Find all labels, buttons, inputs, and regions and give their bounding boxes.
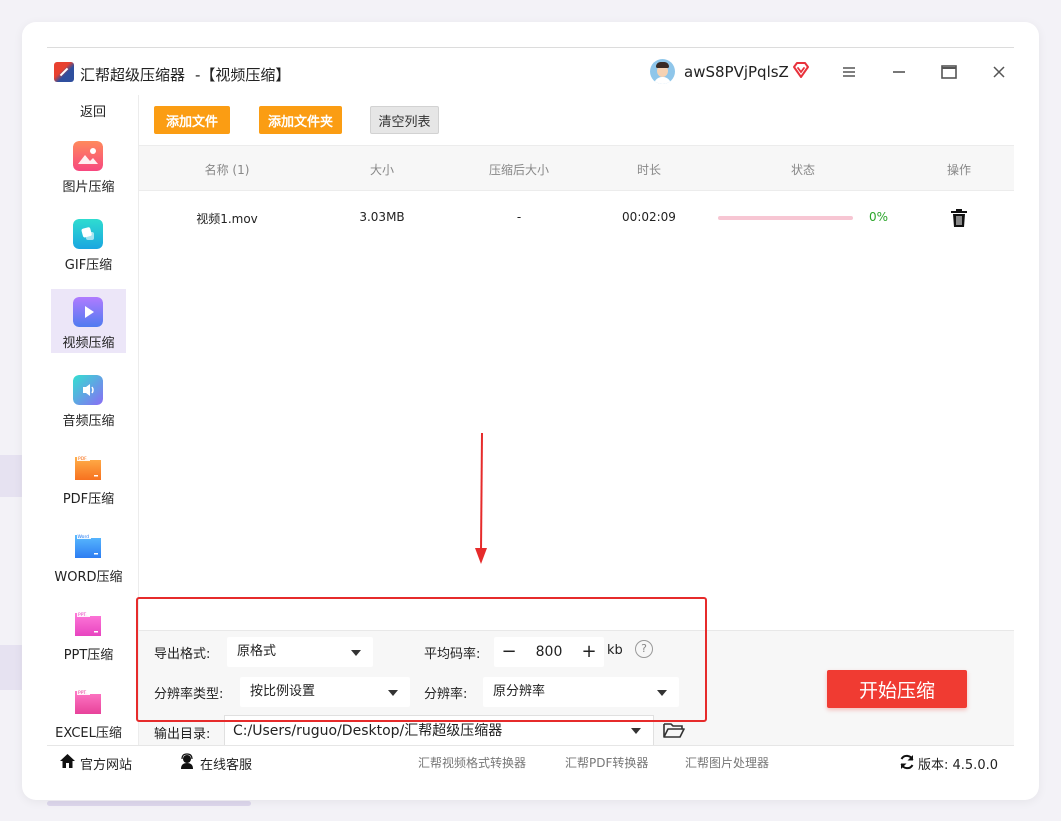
sidebar-item-label: PDF压缩 xyxy=(62,492,115,507)
progress-percent: 0% xyxy=(869,210,889,224)
tool-link-image-processor[interactable]: 汇帮图片处理器 xyxy=(685,754,769,771)
resolution-type-select[interactable]: 按比例设置 xyxy=(240,677,410,707)
image-icon xyxy=(73,141,103,171)
footer: 官方网站 在线客服 汇帮视频格式转换器 汇帮PDF转换器 汇帮图片处理器 版本:… xyxy=(47,745,1014,776)
svg-text:PDF: PDF xyxy=(78,456,87,462)
home-icon[interactable] xyxy=(59,753,76,769)
compressed-size: - xyxy=(516,210,522,224)
add-file-button[interactable]: 添加文件 xyxy=(154,106,230,134)
app-subtitle: -【视频压缩】 xyxy=(195,66,291,84)
format-select[interactable]: 原格式 xyxy=(227,637,373,667)
trash-icon[interactable] xyxy=(950,208,968,228)
start-compress-button[interactable]: 开始压缩 xyxy=(827,670,967,708)
avatar[interactable] xyxy=(650,59,675,84)
sidebar-item-label: GIF压缩 xyxy=(64,258,113,273)
resolution-type-value: 按比例设置 xyxy=(250,684,316,699)
menu-icon[interactable] xyxy=(837,60,861,84)
chevron-down-icon xyxy=(388,690,398,696)
resolution-label: 分辨率: xyxy=(424,687,468,702)
app-window: 汇帮超级压缩器 -【视频压缩】 awS8PVjPqlsZ 返回 图片压缩 GIF… xyxy=(47,47,1014,776)
app-name: 汇帮超级压缩器 xyxy=(80,66,186,84)
svg-text:Word: Word xyxy=(78,534,90,540)
output-path-field[interactable]: C:/Users/ruguo/Desktop/汇帮超级压缩器 xyxy=(224,715,654,747)
sidebar-item-label: PPT压缩 xyxy=(63,648,114,663)
word-icon: Word xyxy=(75,533,101,558)
sidebar-item-word[interactable]: Word WORD压缩 xyxy=(51,523,126,587)
app-title: 汇帮超级压缩器 -【视频压缩】 xyxy=(80,64,290,85)
minimize-icon[interactable] xyxy=(887,60,911,84)
sidebar-item-label: 图片压缩 xyxy=(62,180,115,195)
gif-icon xyxy=(73,219,103,249)
back-link[interactable]: 返回 xyxy=(47,101,139,120)
sidebar-item-label: EXCEL压缩 xyxy=(55,726,122,741)
title-bar: 汇帮超级压缩器 -【视频压缩】 awS8PVjPqlsZ xyxy=(47,48,1014,95)
output-dir-label: 输出目录: xyxy=(154,727,211,742)
bitrate-minus-button[interactable]: − xyxy=(494,637,524,667)
resolution-value: 原分辨率 xyxy=(493,684,546,699)
video-icon xyxy=(73,297,103,327)
ppt-icon: PPT xyxy=(75,611,101,636)
sidebar-item-image[interactable]: 图片压缩 xyxy=(51,133,126,197)
bitrate-label: 平均码率: xyxy=(424,647,481,662)
column-header-compressed-size[interactable]: 压缩后大小 xyxy=(469,161,569,178)
chevron-down-icon xyxy=(351,650,361,656)
add-folder-button[interactable]: 添加文件夹 xyxy=(259,106,342,134)
sidebar-item-video[interactable]: 视频压缩 xyxy=(51,289,126,353)
svg-text:PPT: PPT xyxy=(78,690,86,696)
service-link[interactable]: 在线客服 xyxy=(200,754,252,773)
file-duration: 00:02:09 xyxy=(622,210,676,224)
tool-link-pdf-converter[interactable]: 汇帮PDF转换器 xyxy=(565,754,648,771)
username[interactable]: awS8PVjPqlsZ xyxy=(684,63,789,81)
background-bar xyxy=(47,801,251,806)
bitrate-plus-button[interactable]: + xyxy=(574,637,604,667)
svg-text:PPT: PPT xyxy=(78,612,86,618)
sidebar: 返回 图片压缩 GIF压缩 视频压缩 音频压缩 PDF PDF压缩 Word W… xyxy=(47,95,139,745)
format-label: 导出格式: xyxy=(154,647,211,662)
maximize-icon[interactable] xyxy=(937,60,961,84)
file-table-header: 名称 (1) 大小 压缩后大小 时长 状态 操作 xyxy=(139,145,1014,191)
sidebar-item-excel[interactable]: PPT EXCEL压缩 xyxy=(51,679,126,743)
column-header-duration[interactable]: 时长 xyxy=(619,161,679,178)
sidebar-item-label: WORD压缩 xyxy=(54,570,123,585)
tool-link-video-converter[interactable]: 汇帮视频格式转换器 xyxy=(418,754,526,771)
customer-service-icon[interactable] xyxy=(179,753,195,769)
progress-bar xyxy=(718,216,853,220)
sidebar-item-audio[interactable]: 音频压缩 xyxy=(51,367,126,431)
sidebar-item-label: 音频压缩 xyxy=(62,414,115,429)
clear-list-button[interactable]: 清空列表 xyxy=(370,106,439,134)
settings-panel: 导出格式: 原格式 平均码率: − 800 + kb ? 分辨率类型: 按比例设… xyxy=(139,630,1014,747)
format-value: 原格式 xyxy=(237,644,277,659)
resolution-type-label: 分辨率类型: xyxy=(154,687,224,702)
column-header-size[interactable]: 大小 xyxy=(342,161,422,178)
chevron-down-icon xyxy=(631,728,641,734)
app-logo-icon xyxy=(54,62,74,82)
table-row[interactable]: 视频1.mov 3.03MB - 00:02:09 0% xyxy=(139,198,1014,236)
version-label: 版本: 4.5.0.0 xyxy=(918,758,998,773)
sidebar-item-pdf[interactable]: PDF PDF压缩 xyxy=(51,445,126,509)
file-name: 视频1.mov xyxy=(196,212,258,226)
bitrate-stepper: − 800 + xyxy=(494,637,604,667)
output-path-value: C:/Users/ruguo/Desktop/汇帮超级压缩器 xyxy=(233,723,503,739)
column-header-actions: 操作 xyxy=(946,163,971,177)
chevron-down-icon xyxy=(657,690,667,696)
help-icon[interactable]: ? xyxy=(635,640,653,658)
folder-open-icon[interactable] xyxy=(663,721,685,739)
sidebar-item-gif[interactable]: GIF压缩 xyxy=(51,211,126,275)
website-link[interactable]: 官方网站 xyxy=(80,754,132,773)
pdf-icon: PDF xyxy=(75,455,101,480)
vip-diamond-icon[interactable] xyxy=(791,60,811,80)
bitrate-value[interactable]: 800 xyxy=(524,637,574,667)
bitrate-unit: kb xyxy=(607,643,623,658)
sidebar-item-label: 视频压缩 xyxy=(62,336,115,351)
file-size: 3.03MB xyxy=(359,210,405,224)
column-header-status: 状态 xyxy=(790,163,815,177)
annotation-arrow xyxy=(475,433,487,564)
refresh-icon[interactable] xyxy=(899,754,915,770)
resolution-select[interactable]: 原分辨率 xyxy=(483,677,679,707)
column-header-name[interactable]: 名称 (1) xyxy=(177,161,277,178)
close-icon[interactable] xyxy=(987,60,1011,84)
sidebar-item-ppt[interactable]: PPT PPT压缩 xyxy=(51,601,126,665)
excel-icon: PPT xyxy=(75,689,101,714)
audio-icon xyxy=(73,375,103,405)
